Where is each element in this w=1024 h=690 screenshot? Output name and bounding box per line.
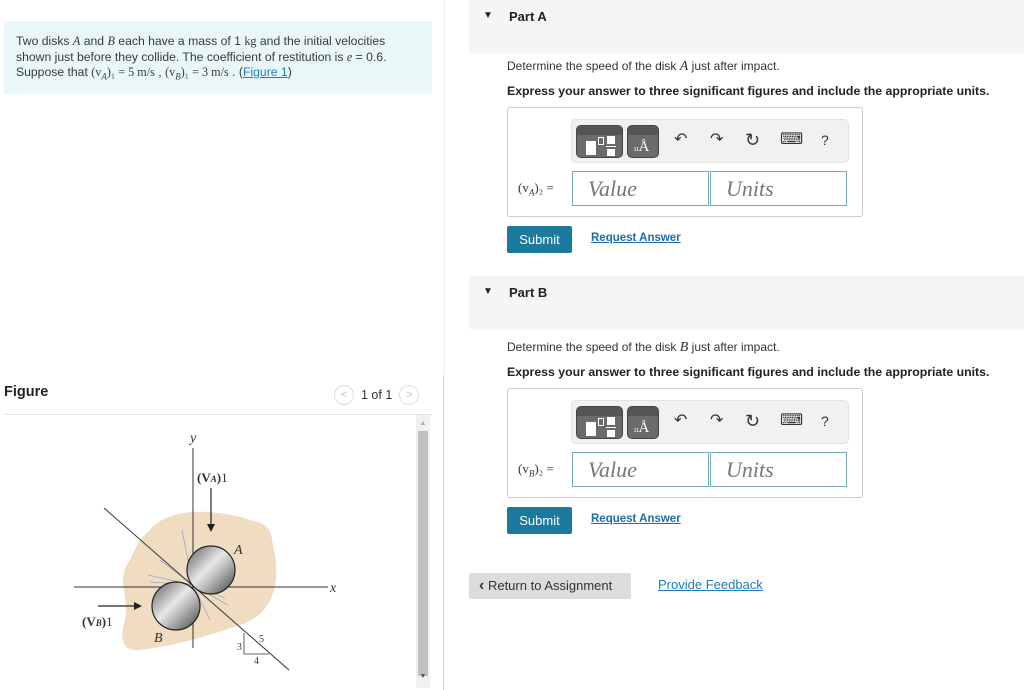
part-b-answer-box: ııÅ ↶ ↷ ↻ ⌨ ? (vB)₂ = Value Units	[507, 388, 863, 498]
part-b-question: Determine the speed of the disk B just a…	[507, 340, 780, 355]
request-answer-link[interactable]: Request Answer	[591, 232, 681, 244]
templates-button[interactable]	[576, 406, 623, 439]
problem-text: Two disks	[16, 34, 73, 48]
redo-icon[interactable]: ↷	[710, 411, 723, 431]
part-b-instruction: Express your answer to three significant…	[507, 365, 990, 379]
y-axis-label: y	[188, 431, 197, 446]
return-label: Return to Assignment	[487, 578, 613, 593]
request-answer-link[interactable]: Request Answer	[591, 513, 681, 525]
pane-divider	[444, 0, 445, 375]
scroll-down-icon[interactable]: ▼	[416, 672, 430, 682]
chevron-left-icon: ‹	[479, 577, 485, 594]
submit-button[interactable]: Submit	[507, 226, 572, 253]
va1-label: (VA)1	[197, 470, 228, 485]
pager-text: 1 of 1	[361, 388, 393, 402]
vb1-label: (VB)1	[82, 614, 113, 629]
part-a-instruction: Express your answer to three significant…	[507, 84, 990, 98]
part-b-header[interactable]: ▼ Part B	[469, 276, 1024, 329]
figure-pager: < 1 of 1 >	[334, 385, 420, 405]
va-initial: (vA)₁ = 5 m/s	[91, 65, 155, 82]
undo-icon[interactable]: ↶	[674, 411, 687, 431]
separator: ,	[154, 65, 166, 79]
problem-text: . (	[228, 65, 243, 79]
pane-resize-handle[interactable]	[443, 375, 444, 690]
chevron-left-icon[interactable]: <	[334, 385, 354, 405]
slope-5-label: 5	[259, 634, 264, 645]
math-toolbar: ııÅ ↶ ↷ ↻ ⌨ ?	[571, 400, 849, 444]
disk-a-label: A	[233, 543, 243, 558]
vb-initial: (vB)₁ = 3 m/s	[165, 65, 229, 82]
help-icon[interactable]: ?	[821, 130, 829, 150]
value-input[interactable]: Value	[572, 452, 709, 487]
caret-down-icon: ▼	[483, 10, 493, 21]
part-title: Part B	[509, 285, 548, 300]
x-axis-label: x	[329, 581, 337, 596]
part-a-answer-box: ııÅ ↶ ↷ ↻ ⌨ ? (vA)₂ = Value Units	[507, 107, 863, 217]
collision-figure: y x (VA)1 (VB)1 A B 3 4 5	[74, 431, 337, 671]
slope-3-label: 3	[237, 642, 242, 653]
problem-text: each have a mass of 1	[114, 34, 245, 48]
figure-link[interactable]: Figure 1	[243, 65, 288, 79]
units-button[interactable]: ııÅ	[627, 406, 659, 439]
part-a-question: Determine the speed of the disk A just a…	[507, 59, 780, 74]
keyboard-icon[interactable]: ⌨	[780, 411, 803, 431]
disk-b-label: B	[154, 631, 163, 646]
reset-icon[interactable]: ↻	[745, 130, 760, 150]
problem-text: and	[80, 34, 108, 48]
redo-icon[interactable]: ↷	[710, 130, 723, 150]
slope-4-label: 4	[254, 656, 259, 667]
value-input[interactable]: Value	[572, 171, 709, 206]
undo-icon[interactable]: ↶	[674, 130, 687, 150]
return-to-assignment-button[interactable]: ‹ Return to Assignment	[469, 573, 631, 599]
help-icon[interactable]: ?	[821, 411, 829, 431]
disk-b	[151, 581, 201, 631]
problem-text: )	[287, 65, 292, 79]
caret-down-icon: ▼	[483, 286, 493, 297]
part-title: Part A	[509, 9, 547, 24]
units-input[interactable]: Units	[710, 452, 847, 487]
part-a-header[interactable]: ▼ Part A	[469, 0, 1024, 53]
math-toolbar: ııÅ ↶ ↷ ↻ ⌨ ?	[571, 119, 849, 163]
figure-header: Figure	[4, 384, 49, 400]
left-pane: Two disks A and B each have a mass of 1 …	[0, 0, 443, 690]
provide-feedback-link[interactable]: Provide Feedback	[658, 577, 763, 592]
mass-unit: kg	[244, 34, 257, 48]
submit-button[interactable]: Submit	[507, 507, 572, 534]
scroll-up-icon[interactable]: ▲	[416, 419, 430, 429]
keyboard-icon[interactable]: ⌨	[780, 130, 803, 150]
answer-label: (vA)₂ =	[518, 180, 554, 198]
figure-scrollbar[interactable]: ▲ ▼	[416, 415, 430, 688]
answer-label: (vB)₂ =	[518, 461, 554, 479]
units-button[interactable]: ııÅ	[627, 125, 659, 158]
divider	[4, 414, 432, 415]
chevron-right-icon[interactable]: >	[399, 385, 420, 405]
slope-triangle	[243, 633, 269, 655]
reset-icon[interactable]: ↻	[745, 411, 760, 431]
problem-statement: Two disks A and B each have a mass of 1 …	[4, 21, 432, 94]
scroll-thumb[interactable]	[418, 431, 428, 676]
templates-button[interactable]	[576, 125, 623, 158]
disk-a	[186, 545, 236, 595]
disk-b-symbol: B	[107, 34, 115, 48]
units-input[interactable]: Units	[710, 171, 847, 206]
